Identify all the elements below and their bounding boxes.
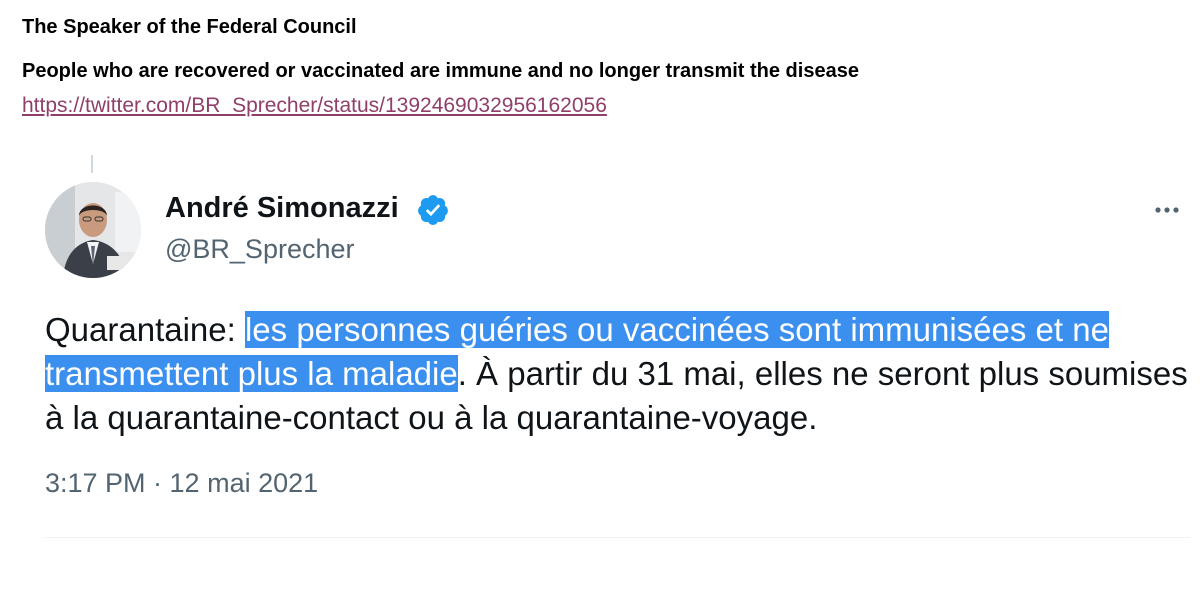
tweet-text: Quarantaine: les personnes guéries ou va… xyxy=(45,308,1195,440)
thread-line xyxy=(91,155,93,173)
user-handle[interactable]: @BR_Sprecher xyxy=(165,234,355,265)
tweet-card: André Simonazzi @BR_Sprecher Quarantaine… xyxy=(0,0,1200,589)
display-name[interactable]: André Simonazzi xyxy=(165,192,399,225)
tweet-text-prefix: Quarantaine: xyxy=(45,311,245,348)
divider xyxy=(45,537,1190,538)
avatar[interactable] xyxy=(45,182,141,278)
profile-photo-icon xyxy=(45,182,141,278)
tweet-timestamp[interactable]: 3:17 PM · 12 mai 2021 xyxy=(45,468,318,499)
verified-badge-icon xyxy=(418,195,448,225)
more-options-icon[interactable] xyxy=(1150,200,1190,220)
